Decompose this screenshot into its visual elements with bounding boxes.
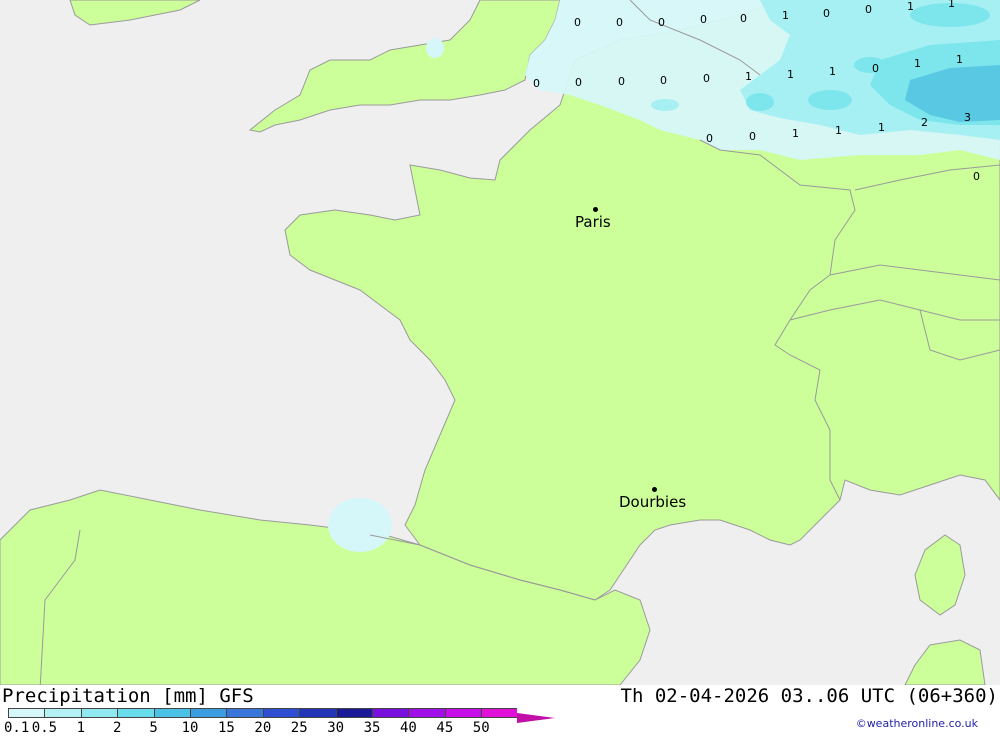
precip-patch-2 — [746, 93, 774, 111]
grid-value: 1 — [745, 70, 752, 83]
legend-tick-label: 50 — [472, 720, 490, 736]
grid-value: 0 — [700, 13, 707, 26]
map-canvas — [0, 0, 1000, 685]
grid-value: 0 — [575, 76, 582, 89]
legend-tick-label: 45 — [436, 720, 454, 736]
grid-value: 1 — [878, 121, 885, 134]
legend-swatch — [153, 708, 190, 718]
grid-value: 0 — [616, 16, 623, 29]
grid-value: 1 — [782, 9, 789, 22]
grid-value: 1 — [956, 53, 963, 66]
legend-tick-label: 15 — [218, 720, 235, 736]
grid-value: 0 — [749, 130, 756, 143]
legend-tick-label: 35 — [363, 720, 381, 736]
grid-value: 3 — [964, 111, 971, 124]
dourbies-marker — [652, 487, 657, 492]
legend-tick-label: 25 — [290, 720, 308, 736]
legend-swatch — [117, 708, 154, 718]
legend-swatch — [80, 708, 118, 718]
precip-patch-6 — [426, 38, 444, 58]
valid-time: Th 02-04-2026 03..06 UTC (06+360) — [620, 685, 999, 707]
precip-legend — [8, 708, 556, 723]
legend-swatch — [444, 708, 482, 718]
legend-swatch — [189, 708, 227, 718]
legend-swatch — [299, 708, 336, 718]
grid-value: 0 — [740, 12, 747, 25]
precipitation-map: Paris Dourbies 0 0 0 0 0 1 0 0 1 1 0 0 0… — [0, 0, 1000, 685]
grid-value: 0 — [865, 3, 872, 16]
legend-swatch — [408, 708, 445, 718]
legend-swatch — [371, 708, 409, 718]
grid-value: 0 — [703, 72, 710, 85]
city-label-dourbies: Dourbies — [619, 493, 687, 511]
grid-value: 0 — [574, 16, 581, 29]
grid-value: 1 — [792, 127, 799, 140]
legend-swatch — [44, 708, 81, 718]
grid-value: 1 — [914, 57, 921, 70]
precip-biscay — [328, 498, 392, 552]
legend-tick-label: 10 — [181, 720, 199, 736]
legend-swatch — [262, 708, 300, 718]
grid-value: 0 — [706, 132, 713, 145]
grid-value: 0 — [618, 75, 625, 88]
precip-patch-3 — [854, 57, 886, 73]
grid-value: 0 — [973, 170, 980, 183]
grid-value: 1 — [829, 65, 836, 78]
legend-swatch — [481, 708, 518, 718]
legend-tick-label: 2 — [113, 720, 122, 736]
grid-value: 0 — [658, 16, 665, 29]
legend-tick-label: 5 — [149, 720, 158, 736]
map-footer: Precipitation [mm] GFS Th 02-04-2026 03.… — [0, 685, 1000, 736]
legend-tick-label: 30 — [327, 720, 345, 736]
grid-value: 0 — [660, 74, 667, 87]
grid-value: 2 — [921, 116, 928, 129]
grid-value: 0 — [823, 7, 830, 20]
precip-patch-5 — [651, 99, 679, 111]
grid-value: 1 — [948, 0, 955, 10]
legend-tick-label: 20 — [254, 720, 272, 736]
grid-value: 1 — [787, 68, 794, 81]
legend-swatch — [8, 708, 45, 718]
legend-tick-label: 40 — [400, 720, 417, 736]
map-title: Precipitation [mm] GFS — [2, 685, 254, 707]
legend-tick-label: 1 — [76, 720, 86, 736]
legend-tick-label: 0.5 — [31, 720, 58, 736]
city-label-paris: Paris — [575, 213, 611, 231]
legend-tick-label: 0.1 — [4, 720, 30, 736]
grid-value: 1 — [907, 0, 914, 13]
grid-value: 0 — [872, 62, 879, 75]
credit-text: ©weatheronline.co.uk — [855, 717, 978, 730]
legend-swatch — [517, 708, 556, 723]
grid-value: 1 — [835, 124, 842, 137]
legend-swatch — [335, 708, 372, 718]
precip-patch-1 — [808, 90, 852, 110]
legend-swatch — [226, 708, 263, 718]
grid-value: 0 — [533, 77, 540, 90]
paris-marker — [593, 207, 598, 212]
